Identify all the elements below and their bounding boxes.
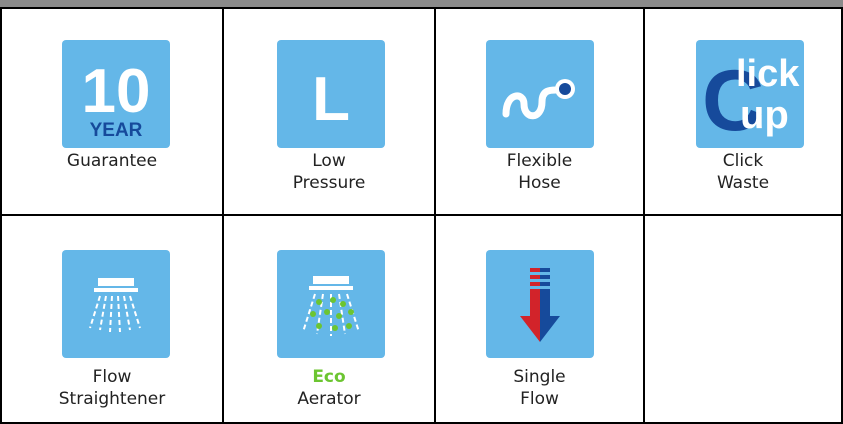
label-line: Waste bbox=[716, 173, 770, 193]
label-line: Pressure bbox=[292, 173, 366, 193]
feature-row: 10 YEAR Guarantee L Low Pressure Flexibl… bbox=[2, 9, 841, 216]
feature-cell-empty bbox=[643, 216, 841, 422]
feature-label: Single Flow bbox=[436, 366, 643, 410]
click-logo-lick: lick bbox=[736, 53, 800, 95]
tile-small-text: YEAR bbox=[90, 120, 143, 141]
ten-year-icon: 10 YEAR bbox=[62, 40, 170, 148]
feature-label: Low Pressure bbox=[224, 150, 434, 194]
feature-cell-click-waste: C lick up Click Waste bbox=[643, 9, 841, 214]
feature-label: Flow Straightener bbox=[2, 366, 222, 410]
feature-label: Click Waste bbox=[645, 150, 841, 194]
low-pressure-icon: L bbox=[277, 40, 385, 148]
feature-grid: 10 YEAR Guarantee L Low Pressure Flexibl… bbox=[0, 9, 843, 424]
label-line: Aerator bbox=[297, 389, 361, 409]
feature-cell-single-flow: Single Flow bbox=[434, 216, 643, 422]
click-up-icon: C lick up bbox=[696, 40, 804, 148]
label-line: Click bbox=[722, 151, 764, 171]
tile-big-text: L bbox=[312, 65, 350, 134]
feature-label: Flexible Hose bbox=[436, 150, 643, 194]
tile-big-text: 10 bbox=[82, 57, 151, 126]
feature-row: Flow Straightener Eco Aerator Single Flo… bbox=[2, 216, 841, 422]
feature-cell-guarantee: 10 YEAR Guarantee bbox=[2, 9, 222, 214]
label-line: Flow bbox=[92, 367, 132, 387]
label-line: Low bbox=[312, 151, 346, 171]
label-line: Guarantee bbox=[66, 151, 158, 171]
flow-straightener-icon bbox=[62, 250, 170, 358]
label-line: Single bbox=[513, 367, 566, 387]
feature-cell-low-pressure: L Low Pressure bbox=[222, 9, 434, 214]
label-line: Flow bbox=[520, 389, 559, 409]
click-logo-up: up bbox=[740, 93, 789, 137]
flexible-hose-icon bbox=[486, 40, 594, 148]
feature-label: Eco Aerator bbox=[224, 366, 434, 410]
feature-cell-eco-aerator: Eco Aerator bbox=[222, 216, 434, 422]
header-bar bbox=[0, 0, 843, 9]
label-line: Hose bbox=[518, 173, 561, 193]
feature-label: Guarantee bbox=[2, 150, 222, 172]
eco-aerator-icon bbox=[277, 250, 385, 358]
feature-cell-flexible-hose: Flexible Hose bbox=[434, 9, 643, 214]
label-line: Flexible bbox=[506, 151, 573, 171]
eco-label: Eco bbox=[312, 367, 346, 387]
label-line: Straightener bbox=[58, 389, 166, 409]
single-flow-icon bbox=[486, 250, 594, 358]
feature-cell-flow-straightener: Flow Straightener bbox=[2, 216, 222, 422]
